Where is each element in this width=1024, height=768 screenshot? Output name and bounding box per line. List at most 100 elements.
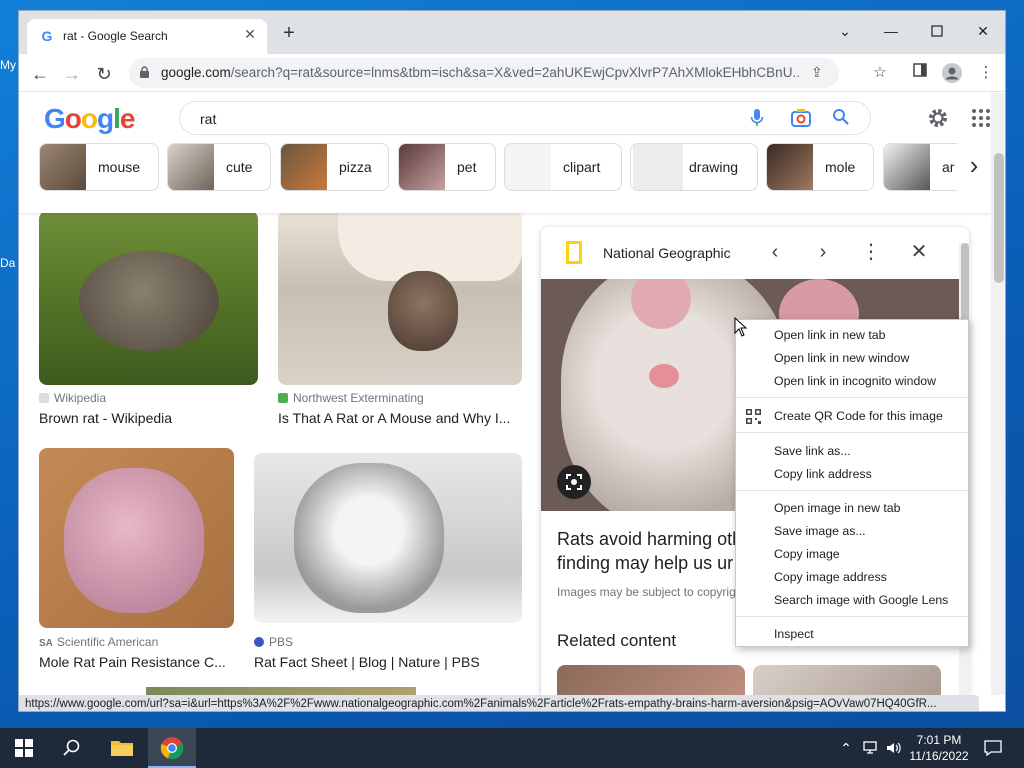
chip-pet[interactable]: pet [398, 143, 496, 191]
panel-more-options-icon[interactable]: ⋮ [858, 239, 884, 265]
chips-next-button[interactable]: › [957, 141, 991, 191]
next-result-button[interactable]: › [810, 239, 836, 265]
network-icon[interactable] [860, 728, 882, 768]
chip-label: mole [825, 159, 856, 175]
bookmark-star-icon[interactable]: ☆ [869, 63, 891, 85]
close-panel-button[interactable]: ✕ [906, 239, 932, 265]
forward-button[interactable]: → [59, 61, 85, 87]
chip-mouse[interactable]: mouse [39, 143, 159, 191]
menu-open-link-new-tab[interactable]: Open link in new tab [736, 324, 968, 347]
search-icon[interactable] [48, 728, 96, 768]
menu-open-image-new-tab[interactable]: Open image in new tab [736, 497, 968, 520]
result-caption[interactable]: Is That A Rat or A Mouse and Why I... [278, 410, 518, 426]
google-header: Google rat mouse cute pizza pet clipart … [19, 93, 991, 213]
url-text: google.com/search?q=rat&source=lnms&tbm=… [161, 65, 801, 80]
result-card[interactable]: SA Scientific American Mole Rat Pain Resi… [39, 448, 239, 670]
panel-source-name[interactable]: National Geographic [603, 245, 731, 261]
back-button[interactable]: ← [27, 61, 53, 87]
chrome-menu-icon[interactable]: ⋮ [975, 63, 997, 85]
rat-shape [79, 251, 219, 351]
menu-separator [736, 616, 968, 617]
menu-inspect[interactable]: Inspect [736, 623, 968, 646]
result-source[interactable]: PBS [254, 635, 293, 649]
google-logo[interactable]: Google [44, 103, 135, 135]
profile-avatar[interactable] [941, 63, 963, 85]
notifications-icon[interactable] [978, 728, 1008, 768]
menu-open-link-new-window[interactable]: Open link in new window [736, 347, 968, 370]
chip-clipart[interactable]: clipart [504, 143, 622, 191]
result-card[interactable]: Wikipedia Brown rat - Wikipedia [39, 211, 259, 431]
search-icon[interactable] [830, 108, 852, 130]
status-bar-url: https://www.google.com/url?sa=i&url=http… [19, 695, 979, 711]
search-query: rat [200, 111, 217, 127]
result-card[interactable]: Northwest Exterminating Is That A Rat or… [278, 211, 524, 431]
google-apps-icon[interactable] [969, 106, 991, 130]
previous-result-button[interactable]: ‹ [762, 239, 788, 265]
start-windows-icon[interactable] [0, 728, 48, 768]
voice-search-icon[interactable] [746, 108, 768, 130]
lens-search-button[interactable] [557, 465, 591, 499]
panel-header: National Geographic ‹ › ⋮ ✕ [541, 227, 969, 277]
minimize-button[interactable]: — [871, 17, 911, 45]
natgeo-logo-icon[interactable] [559, 239, 589, 267]
close-window-button[interactable]: ✕ [963, 17, 1003, 45]
page-scrollbar-thumb[interactable] [994, 153, 1004, 283]
result-caption[interactable]: Brown rat - Wikipedia [39, 410, 259, 426]
file-explorer-icon[interactable] [98, 728, 146, 768]
menu-copy-link-address[interactable]: Copy link address [736, 463, 968, 486]
desktop-icon-label[interactable]: My [0, 58, 18, 72]
close-tab-icon[interactable]: ✕ [241, 26, 259, 43]
settings-gear-icon[interactable] [926, 106, 950, 130]
result-image[interactable] [39, 211, 258, 385]
lock-icon[interactable] [139, 66, 150, 78]
chip-drawing[interactable]: drawing [630, 143, 758, 191]
show-hidden-icons-chevron[interactable]: ⌃ [836, 728, 856, 768]
chip-thumbnail [40, 144, 86, 190]
result-caption[interactable]: Mole Rat Pain Resistance C... [39, 654, 234, 670]
result-source[interactable]: SA Scientific American [39, 635, 158, 649]
new-tab-button[interactable]: + [277, 22, 301, 45]
menu-save-image-as[interactable]: Save image as... [736, 520, 968, 543]
related-image[interactable] [753, 665, 941, 695]
chip-label: drawing [689, 159, 739, 175]
chip-thumbnail [884, 144, 930, 190]
menu-create-qr-code[interactable]: Create QR Code for this image [736, 405, 968, 428]
desktop-icon-label[interactable]: Da [0, 256, 18, 270]
taskbar-clock[interactable]: 7:01 PM 11/16/2022 [904, 732, 974, 764]
result-image[interactable] [278, 211, 522, 385]
result-image-partial[interactable] [146, 687, 416, 695]
chip-mole[interactable]: mole [766, 143, 874, 191]
result-source[interactable]: Northwest Exterminating [278, 391, 424, 405]
panel-article-title[interactable]: Rats avoid harming oth finding may help u… [557, 527, 737, 575]
chip-cute[interactable]: cute [167, 143, 271, 191]
search-box[interactable]: rat [179, 101, 871, 135]
address-bar[interactable]: google.com/search?q=rat&source=lnms&tbm=… [129, 58, 839, 88]
lens-camera-icon[interactable] [790, 108, 812, 130]
tab-search-chevron-icon[interactable]: ⌄ [825, 17, 865, 45]
menu-copy-image-address[interactable]: Copy image address [736, 566, 968, 589]
related-image[interactable] [557, 665, 745, 695]
chip-thumbnail [168, 144, 214, 190]
result-image[interactable] [254, 453, 522, 623]
result-caption[interactable]: Rat Fact Sheet | Blog | Nature | PBS [254, 654, 522, 670]
chrome-taskbar-icon[interactable] [148, 728, 196, 768]
chip-label: pet [457, 159, 477, 175]
menu-open-link-incognito[interactable]: Open link in incognito window [736, 370, 968, 393]
result-card[interactable]: PBS Rat Fact Sheet | Blog | Nature | PBS [254, 448, 524, 670]
result-image[interactable] [39, 448, 234, 628]
side-panel-icon[interactable] [909, 63, 931, 85]
clock-time: 7:01 PM [916, 733, 962, 747]
result-source[interactable]: Wikipedia [39, 391, 106, 405]
menu-save-link-as[interactable]: Save link as... [736, 440, 968, 463]
menu-search-google-lens[interactable]: Search image with Google Lens [736, 589, 968, 612]
menu-copy-image[interactable]: Copy image [736, 543, 968, 566]
tab-rat-search[interactable]: G rat - Google Search ✕ [27, 19, 267, 54]
chip-label: ar [942, 159, 955, 175]
share-icon[interactable]: ⇪ [811, 64, 823, 81]
maximize-button[interactable] [917, 17, 957, 45]
menu-separator [736, 490, 968, 491]
volume-icon[interactable] [884, 728, 904, 768]
reload-button[interactable]: ↻ [91, 61, 117, 87]
page-scrollbar[interactable] [991, 93, 1005, 695]
chip-pizza[interactable]: pizza [280, 143, 389, 191]
